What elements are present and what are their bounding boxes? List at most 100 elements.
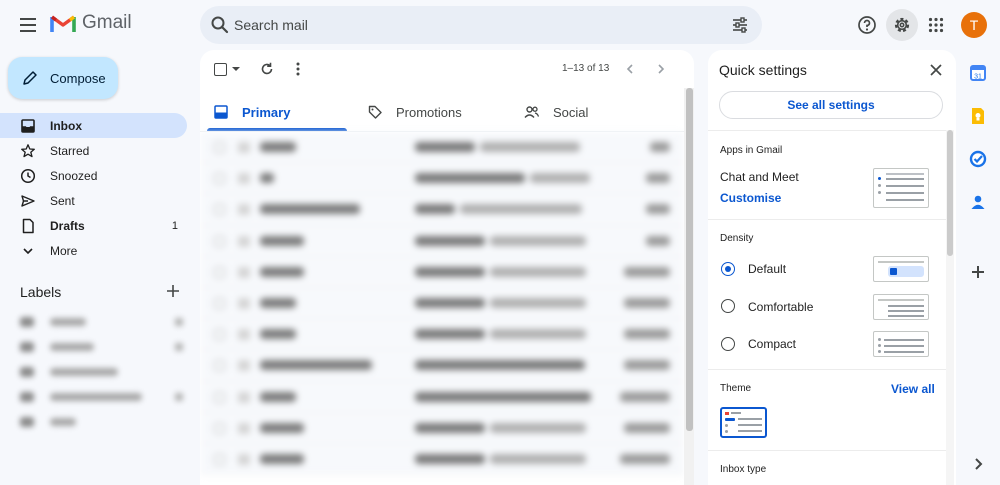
table-row[interactable]: [200, 412, 684, 444]
tab-label: Social: [553, 104, 589, 120]
search-options-icon[interactable]: [730, 15, 750, 35]
search-input[interactable]: [234, 6, 694, 44]
settings-button[interactable]: [886, 9, 918, 41]
table-row[interactable]: [200, 319, 684, 351]
tab-promotions[interactable]: Promotions: [368, 92, 462, 132]
chevron-right-icon[interactable]: [654, 62, 668, 76]
chevron-down-icon: [23, 248, 33, 255]
tab-label: Primary: [242, 104, 291, 120]
refresh-icon[interactable]: [259, 61, 275, 77]
contacts-icon[interactable]: [969, 193, 987, 211]
search-bar: [200, 6, 762, 44]
quick-settings-scrollbar-thumb[interactable]: [947, 130, 953, 256]
account-avatar[interactable]: T: [961, 12, 987, 38]
chevron-left-icon[interactable]: [623, 62, 637, 76]
view-all-themes-link[interactable]: View all: [891, 382, 935, 396]
table-row[interactable]: [200, 225, 684, 257]
table-row[interactable]: [200, 381, 684, 413]
category-tabs: Primary Promotions Social: [200, 92, 684, 132]
density-comfortable-radio[interactable]: [721, 299, 735, 313]
table-row[interactable]: [200, 256, 684, 288]
density-default-preview: [873, 256, 929, 282]
people-icon: [524, 106, 539, 118]
apps-text: Chat and Meet: [720, 170, 799, 184]
sidebar-nav: Inbox Starred Snoozed Sent Drafts 1 More: [0, 113, 190, 263]
customise-link[interactable]: Customise: [720, 191, 781, 205]
tab-primary[interactable]: Primary: [214, 92, 290, 132]
gmail-logo[interactable]: Gmail: [50, 12, 132, 34]
label-item[interactable]: [20, 316, 183, 328]
tasks-icon[interactable]: [969, 150, 987, 168]
help-icon[interactable]: [854, 12, 880, 38]
sidebar-item-drafts[interactable]: Drafts 1: [0, 213, 187, 238]
mail-scrollbar-thumb[interactable]: [686, 88, 693, 431]
theme-preview[interactable]: [720, 407, 767, 438]
compose-label: Compose: [50, 70, 106, 86]
send-icon: [21, 195, 35, 207]
label-item[interactable]: [20, 391, 183, 403]
mail-toolbar: 1–13 of 13: [200, 50, 694, 88]
main-menu-button[interactable]: [16, 13, 40, 37]
density-compact-preview: [873, 331, 929, 357]
see-all-settings-button[interactable]: See all settings: [719, 91, 943, 119]
top-bar: Gmail T: [0, 0, 1000, 50]
compose-button[interactable]: Compose: [8, 57, 118, 99]
tab-social[interactable]: Social: [524, 92, 588, 132]
sidebar-item-snoozed[interactable]: Snoozed: [0, 163, 187, 188]
star-icon: [21, 144, 35, 158]
select-dropdown-icon[interactable]: [232, 67, 240, 71]
table-row[interactable]: [200, 132, 684, 164]
density-comfortable-label: Comfortable: [748, 300, 814, 314]
svg-text:31: 31: [974, 74, 982, 81]
app-name: Gmail: [82, 12, 132, 33]
density-comfortable-preview: [873, 294, 929, 320]
density-compact-label: Compact: [748, 337, 797, 351]
tab-label: Promotions: [396, 104, 462, 120]
message-list: [200, 132, 684, 476]
sidebar-item-starred[interactable]: Starred: [0, 138, 187, 163]
more-vert-icon[interactable]: [292, 61, 304, 77]
pencil-icon: [23, 71, 37, 85]
sidebar-item-label: Starred: [50, 143, 90, 158]
label-item[interactable]: [20, 341, 183, 353]
label-item[interactable]: [20, 366, 118, 378]
add-label-icon[interactable]: [165, 283, 181, 299]
calendar-icon[interactable]: 31: [969, 64, 987, 82]
quick-settings-panel: Quick settings See all settings Apps in …: [708, 50, 956, 485]
sidebar-item-label: Snoozed: [50, 168, 98, 183]
density-compact-radio[interactable]: [721, 337, 735, 351]
label-item[interactable]: [20, 416, 76, 428]
apps-grid-icon[interactable]: [923, 12, 949, 38]
sidebar-item-label: More: [50, 243, 78, 258]
sidebar-item-label: Inbox: [50, 118, 82, 133]
search-icon[interactable]: [210, 15, 230, 35]
quick-settings-title: Quick settings: [719, 62, 807, 78]
keep-icon[interactable]: [969, 107, 987, 125]
sidebar-item-label: Sent: [50, 193, 75, 208]
labels-heading: Labels: [20, 284, 62, 300]
table-row[interactable]: [200, 194, 684, 226]
table-row[interactable]: [200, 443, 684, 476]
sidebar-item-label: Drafts: [50, 218, 85, 233]
table-row[interactable]: [200, 163, 684, 195]
table-row[interactable]: [200, 287, 684, 320]
density-default-radio[interactable]: [721, 262, 735, 276]
chat-meet-preview: [873, 168, 929, 208]
density-heading: Density: [720, 233, 754, 244]
tag-icon: [368, 105, 382, 119]
close-icon[interactable]: [929, 63, 943, 77]
chevron-right-icon[interactable]: [969, 455, 987, 473]
select-all-checkbox[interactable]: [214, 63, 227, 76]
mail-list-panel: 1–13 of 13 Primary Promotions Social: [200, 50, 694, 485]
sidebar-item-inbox[interactable]: Inbox: [0, 113, 187, 138]
clock-icon: [20, 168, 36, 184]
inbox-tab-icon: [214, 105, 228, 119]
add-app-icon[interactable]: [969, 263, 987, 281]
sidebar-item-more[interactable]: More: [0, 238, 187, 263]
drafts-count: 1: [171, 219, 178, 232]
gmail-logo-icon: [50, 15, 76, 32]
gear-icon: [894, 17, 910, 33]
table-row[interactable]: [200, 350, 684, 382]
sidebar-item-sent[interactable]: Sent: [0, 188, 187, 213]
apps-heading: Apps in Gmail: [720, 145, 783, 156]
